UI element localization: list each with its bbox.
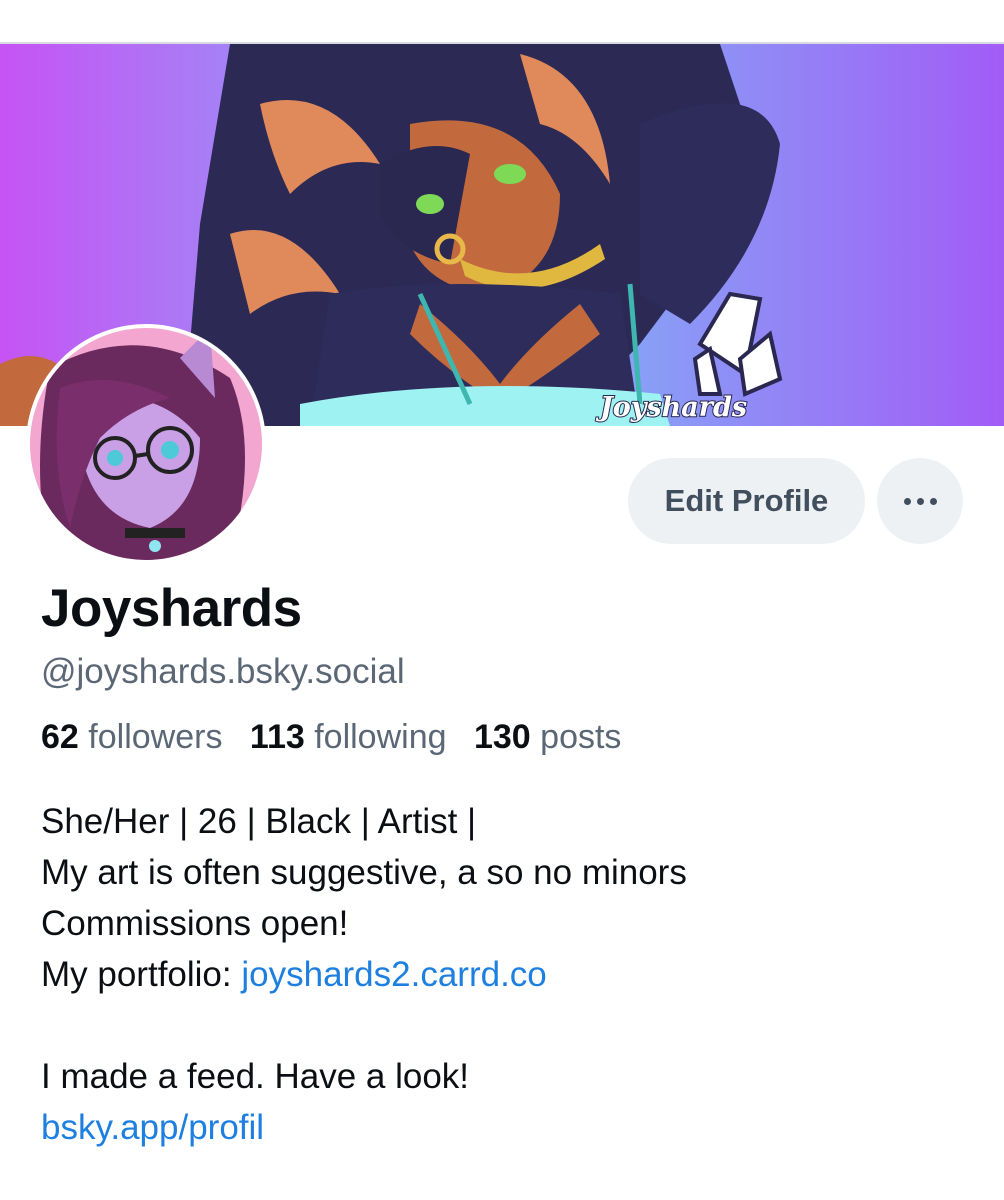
bio-spacer	[41, 1000, 981, 1051]
feed-link[interactable]: bsky.app/profil	[41, 1108, 264, 1147]
bio-line: My art is often suggestive, a so no mino…	[41, 853, 687, 892]
bio-line: She/Her | 26 | Black | Artist |	[41, 802, 477, 841]
portfolio-link[interactable]: joyshards2.carrd.co	[241, 955, 546, 994]
edit-profile-button[interactable]: Edit Profile	[628, 458, 865, 544]
followers-count: 62	[41, 718, 79, 756]
bio-line: Commissions open!	[41, 904, 349, 943]
followers-stat[interactable]: 62 followers	[41, 718, 222, 756]
followers-label: followers	[88, 718, 223, 756]
more-options-button[interactable]	[877, 458, 963, 544]
bio-portfolio-prefix: My portfolio:	[41, 955, 242, 994]
following-stat[interactable]: 113 following	[250, 718, 447, 756]
handle: @joyshards.bsky.social	[41, 652, 405, 691]
posts-label: posts	[540, 718, 622, 756]
profile-bio: She/Her | 26 | Black | Artist | My art i…	[41, 796, 981, 1153]
bio-line: I made a feed. Have a look!	[41, 1057, 470, 1096]
following-label: following	[314, 718, 447, 756]
bio-portfolio-line: My portfolio: joyshards2.carrd.co	[41, 949, 981, 1000]
bio-feed-line: bsky.app/profil	[41, 1102, 981, 1153]
following-count: 113	[249, 718, 305, 756]
avatar-image	[30, 328, 262, 560]
profile-stats: 62 followers 113 following 130 posts	[41, 718, 639, 757]
top-bar	[0, 0, 1004, 44]
more-horizontal-icon	[903, 497, 937, 505]
banner-watermark: Joyshards	[595, 392, 747, 423]
posts-count: 130	[473, 718, 531, 756]
avatar[interactable]	[26, 324, 266, 564]
posts-stat: 130 posts	[474, 718, 621, 756]
display-name: Joyshards	[41, 579, 302, 638]
